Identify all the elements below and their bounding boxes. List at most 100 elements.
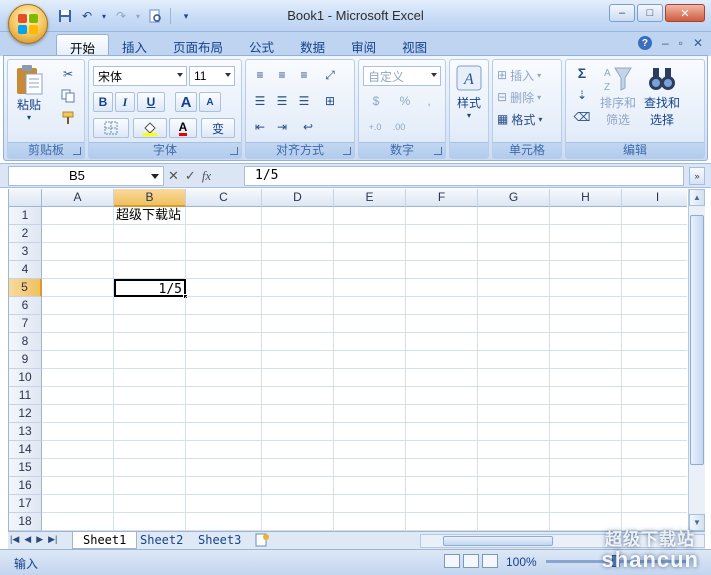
cell-b4[interactable] <box>114 261 186 279</box>
cell-f11[interactable] <box>406 387 478 405</box>
cell-b2[interactable] <box>114 225 186 243</box>
cell-d9[interactable] <box>262 351 334 369</box>
cell-i13[interactable] <box>622 423 687 441</box>
workbook-restore-icon[interactable]: ▫ <box>679 36 683 50</box>
cell-g18[interactable] <box>478 513 550 531</box>
insert-sheet-icon[interactable] <box>253 533 275 548</box>
sheet-tab-3[interactable]: Sheet3 <box>188 532 251 549</box>
cell-i3[interactable] <box>622 243 687 261</box>
italic-button[interactable]: I <box>115 92 135 112</box>
font-launcher-icon[interactable] <box>230 147 238 155</box>
tab-formulas[interactable]: 公式 <box>236 34 287 56</box>
cell-b12[interactable] <box>114 405 186 423</box>
cell-a12[interactable] <box>42 405 114 423</box>
row-header-14[interactable]: 14 <box>9 441 42 459</box>
cell-e7[interactable] <box>334 315 406 333</box>
cell-a14[interactable] <box>42 441 114 459</box>
cell-a17[interactable] <box>42 495 114 513</box>
cell-b16[interactable] <box>114 477 186 495</box>
minimize-button[interactable]: – <box>609 4 635 22</box>
cell-c6[interactable] <box>186 297 262 315</box>
cell-h7[interactable] <box>550 315 622 333</box>
worksheet-grid[interactable]: A B C D E F G H I 1 超级下载站 2 3 4 5 1/5 6 7 8 9 10 11 12 13 14 15 16… <box>8 189 687 531</box>
expand-formula-bar-icon[interactable]: » <box>689 167 705 185</box>
cell-h16[interactable] <box>550 477 622 495</box>
insert-function-button[interactable]: fx <box>202 168 211 184</box>
cell-e10[interactable] <box>334 369 406 387</box>
copy-icon[interactable] <box>58 87 78 105</box>
cut-icon[interactable]: ✂ <box>58 65 78 83</box>
align-bottom-icon[interactable]: ≡ <box>294 66 314 84</box>
decrease-decimal-button[interactable]: .00 <box>387 118 411 136</box>
name-box-dropdown-icon[interactable] <box>151 174 159 179</box>
cell-h2[interactable] <box>550 225 622 243</box>
cell-b5[interactable]: 1/5 <box>114 279 186 297</box>
cell-c11[interactable] <box>186 387 262 405</box>
cell-c5[interactable] <box>186 279 262 297</box>
column-header-i[interactable]: I <box>622 189 687 207</box>
cell-i1[interactable] <box>622 207 687 225</box>
cell-c2[interactable] <box>186 225 262 243</box>
cell-h17[interactable] <box>550 495 622 513</box>
cell-g1[interactable] <box>478 207 550 225</box>
cell-a3[interactable] <box>42 243 114 261</box>
vertical-scroll-thumb[interactable] <box>690 215 704 465</box>
help-icon[interactable]: ? <box>637 36 652 50</box>
cell-g5[interactable] <box>478 279 550 297</box>
cell-g2[interactable] <box>478 225 550 243</box>
cell-d13[interactable] <box>262 423 334 441</box>
cell-d10[interactable] <box>262 369 334 387</box>
cell-d4[interactable] <box>262 261 334 279</box>
align-center-icon[interactable]: ☰ <box>272 92 292 110</box>
percent-button[interactable]: % <box>395 92 415 110</box>
workbook-minimize-icon[interactable]: – <box>662 36 669 50</box>
comma-button[interactable]: , <box>419 92 439 110</box>
cell-f1[interactable] <box>406 207 478 225</box>
paste-button[interactable]: 粘贴 ▾ <box>14 64 44 122</box>
tab-insert[interactable]: 插入 <box>109 34 160 56</box>
font-size-combo[interactable]: 11 <box>189 66 235 86</box>
cell-e15[interactable] <box>334 459 406 477</box>
underline-button[interactable]: U <box>137 92 165 112</box>
clear-icon[interactable]: ⌫ <box>570 108 594 126</box>
cell-c1[interactable] <box>186 207 262 225</box>
format-painter-icon[interactable] <box>58 109 78 127</box>
decrease-indent-icon[interactable]: ⇤ <box>250 118 270 136</box>
column-header-a[interactable]: A <box>42 189 114 207</box>
cell-b14[interactable] <box>114 441 186 459</box>
cell-i14[interactable] <box>622 441 687 459</box>
page-layout-view-icon[interactable] <box>463 554 479 568</box>
cell-i16[interactable] <box>622 477 687 495</box>
cell-f2[interactable] <box>406 225 478 243</box>
cell-d12[interactable] <box>262 405 334 423</box>
cell-h13[interactable] <box>550 423 622 441</box>
cell-c18[interactable] <box>186 513 262 531</box>
first-sheet-icon[interactable]: |◀ <box>10 534 19 545</box>
row-header-8[interactable]: 8 <box>9 333 42 351</box>
cell-b15[interactable] <box>114 459 186 477</box>
cell-c8[interactable] <box>186 333 262 351</box>
row-header-3[interactable]: 3 <box>9 243 42 261</box>
cell-c12[interactable] <box>186 405 262 423</box>
cell-i6[interactable] <box>622 297 687 315</box>
formula-input[interactable]: 1/5 <box>244 166 684 186</box>
cell-b10[interactable] <box>114 369 186 387</box>
next-sheet-icon[interactable]: ▶ <box>36 534 43 545</box>
cell-h3[interactable] <box>550 243 622 261</box>
cell-g4[interactable] <box>478 261 550 279</box>
insert-cells-button[interactable]: ⊞ 插入 ▾ <box>497 66 557 84</box>
cell-a8[interactable] <box>42 333 114 351</box>
delete-cells-button[interactable]: ⊟ 删除 ▾ <box>497 88 557 106</box>
cell-h11[interactable] <box>550 387 622 405</box>
cell-d3[interactable] <box>262 243 334 261</box>
scroll-up-icon[interactable]: ▲ <box>689 189 705 206</box>
tab-data[interactable]: 数据 <box>287 34 338 56</box>
cell-f8[interactable] <box>406 333 478 351</box>
cell-f3[interactable] <box>406 243 478 261</box>
cell-f15[interactable] <box>406 459 478 477</box>
cell-f17[interactable] <box>406 495 478 513</box>
cell-h6[interactable] <box>550 297 622 315</box>
cell-i11[interactable] <box>622 387 687 405</box>
column-header-f[interactable]: F <box>406 189 478 207</box>
alignment-launcher-icon[interactable] <box>343 147 351 155</box>
